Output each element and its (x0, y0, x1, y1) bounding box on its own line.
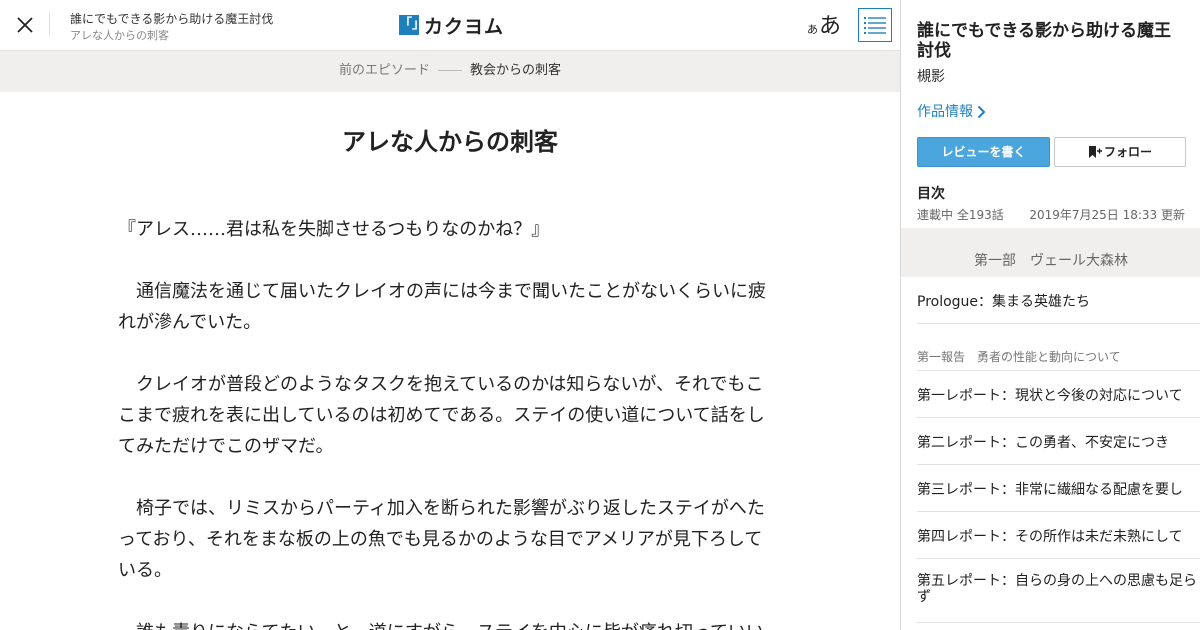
font-size-large-glyph: あ (819, 14, 842, 39)
part-header: 第一部 ヴェール大森林 (901, 228, 1200, 277)
follow-label: フォロー (1103, 145, 1152, 159)
work-title-link[interactable]: 誰にでもできる影から助ける魔王討伐 (70, 10, 273, 27)
header-divider (49, 12, 50, 36)
body-paragraph: クレイオが普段どのようなタスクを抱えているのかは知らないが、それでもここまで疲れ… (118, 374, 765, 457)
body-paragraph: 『アレス……君は私を失脚させるつもりなのかね？』 (118, 219, 550, 240)
bookmark-plus-icon (1088, 146, 1102, 158)
sidebar-author[interactable]: 槻影 (917, 66, 945, 86)
episode-link[interactable]: 第四レポート：その所作は未だ未熟にして (917, 512, 1200, 559)
episode-title: アレな人からの刺客 (342, 127, 558, 156)
episode-link[interactable]: 第一レポート：現状と今後の対応について (917, 371, 1200, 418)
kakuyomu-logo[interactable]: 「」 カクヨム (399, 12, 504, 38)
episode-link[interactable]: 第五レポート：自らの身の上への思慮も足らず (917, 559, 1200, 623)
font-size-small-glyph: あ (807, 23, 818, 36)
follow-button[interactable]: フォロー (1054, 137, 1186, 167)
previous-episode-link[interactable]: 前のエピソード 教会からの刺客 (0, 51, 900, 92)
previous-episode-title: 教会からの刺客 (470, 63, 562, 78)
reader-header: 誰にでもできる影から助ける魔王討伐 アレな人からの刺客 「」 カクヨム ああ (0, 0, 900, 51)
toc-toggle-button[interactable] (858, 8, 892, 42)
chevron-right-icon (977, 105, 986, 119)
toc-heading: 目次 (917, 186, 945, 202)
close-icon (17, 17, 33, 33)
reader-main: 誰にでもできる影から助ける魔王討伐 アレな人からの刺客 「」 カクヨム ああ 前… (0, 0, 900, 630)
body-paragraph: 椅子では、リミスからパーティ加入を断られた影響がぶり返したステイがへたっており、… (118, 498, 765, 581)
episode-list: Prologue：集まる英雄たち 第一報告 勇者の性能と動向について 第一レポー… (901, 277, 1200, 623)
previous-episode-label: 前のエピソード (338, 63, 430, 78)
work-info-link[interactable]: 作品情報 (917, 101, 986, 121)
body-paragraph: 通信魔法を通じて届いたクレイオの声には今まで聞いたことがないくらいに疲れが滲んで… (118, 281, 766, 333)
write-review-button[interactable]: レビューを書く (917, 137, 1050, 167)
sidebar-work-title[interactable]: 誰にでもできる影から助ける魔王討伐 (917, 21, 1185, 61)
episode-body: 『アレス……君は私を失脚させるつもりなのかね？』 通信魔法を通じて届いたクレイオ… (118, 214, 770, 630)
episode-link[interactable]: 第三レポート：非常に繊細なる配慮を要し (917, 465, 1200, 512)
episode-link[interactable]: 第二レポート：この勇者、不安定につき (917, 418, 1200, 465)
list-icon (864, 17, 886, 34)
logo-mark-icon: 「」 (399, 15, 425, 35)
episode-subtitle: アレな人からの刺客 (70, 29, 169, 42)
previous-episode-divider (438, 70, 462, 71)
chapter-header: 第一報告 勇者の性能と動向について (917, 324, 1200, 371)
episode-link[interactable]: Prologue：集まる英雄たち (917, 277, 1200, 324)
last-updated: 2019年7月25日 18:33 更新 (1029, 208, 1185, 222)
body-paragraph: 誰も責りにならてたい…と、道にすがら、ステイを中心に皆が痛れ切っていい (118, 617, 770, 630)
logo-text: カクヨム (424, 15, 505, 38)
serial-status: 連載中 全193話 (917, 208, 1004, 222)
font-size-button[interactable]: ああ (807, 8, 842, 39)
work-info-label: 作品情報 (917, 104, 973, 120)
close-button[interactable] (14, 13, 36, 37)
toc-sidebar: 誰にでもできる影から助ける魔王討伐 槻影 作品情報 レビューを書く フォロー 目… (900, 0, 1200, 630)
